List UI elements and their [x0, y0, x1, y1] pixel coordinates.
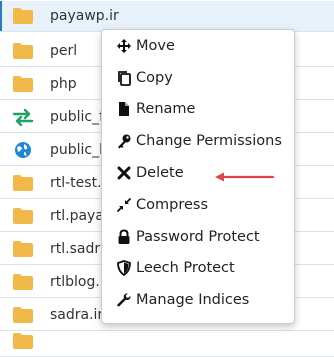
file-name: php — [50, 76, 77, 92]
file-name: rtl.sadra — [50, 241, 109, 257]
file-icon — [119, 102, 129, 116]
file-row-partial[interactable] — [0, 326, 334, 357]
file-name: payawp.ir — [50, 8, 119, 24]
folder-icon — [13, 175, 33, 191]
folder-icon — [13, 333, 33, 349]
delete-icon — [117, 166, 131, 180]
lock-icon — [118, 229, 130, 244]
menu-item-label: Compress — [136, 197, 208, 213]
symlink-icon — [12, 108, 34, 126]
menu-item-leech-protect[interactable]: Leech Protect — [102, 255, 294, 281]
menu-item-label: Leech Protect — [136, 260, 235, 276]
arrow-left-icon — [215, 172, 275, 182]
compress-icon — [117, 198, 131, 212]
globe-icon — [15, 142, 31, 158]
copy-icon — [118, 71, 131, 86]
menu-item-label: Copy — [136, 70, 173, 86]
file-name: sadra.ir — [50, 307, 104, 323]
file-name: public_f — [50, 109, 105, 125]
file-name: perl — [50, 43, 78, 59]
menu-item-rename[interactable]: Rename — [102, 96, 294, 122]
shield-icon — [117, 260, 131, 276]
move-icon — [117, 39, 131, 53]
menu-item-change-permissions[interactable]: Change Permissions — [102, 128, 294, 154]
file-name: public_h — [50, 142, 108, 158]
folder-icon — [13, 208, 33, 224]
file-name: rtlblog.p — [50, 274, 109, 290]
folder-icon — [13, 274, 33, 290]
menu-item-manage-indices[interactable]: Manage Indices — [102, 287, 294, 313]
menu-item-password-protect[interactable]: Password Protect — [102, 224, 294, 250]
menu-item-move[interactable]: Move — [102, 33, 294, 59]
file-row-payawp[interactable]: payawp.ir — [0, 1, 334, 32]
menu-item-label: Move — [136, 38, 175, 54]
menu-item-copy[interactable]: Copy — [102, 65, 294, 91]
menu-item-label: Change Permissions — [136, 133, 282, 149]
folder-icon — [13, 8, 33, 24]
menu-item-label: Password Protect — [136, 229, 260, 245]
menu-item-label: Delete — [136, 165, 184, 181]
folder-icon — [13, 43, 33, 59]
menu-item-compress[interactable]: Compress — [102, 192, 294, 218]
folder-icon — [13, 76, 33, 92]
file-name: rtl.paya — [50, 208, 104, 224]
folder-icon — [13, 241, 33, 257]
folder-icon — [13, 307, 33, 323]
file-name: rtl-test.i — [50, 175, 106, 191]
menu-item-label: Rename — [136, 101, 196, 117]
wrench-icon — [117, 293, 131, 307]
menu-item-label: Manage Indices — [136, 292, 250, 308]
key-icon — [118, 134, 131, 149]
